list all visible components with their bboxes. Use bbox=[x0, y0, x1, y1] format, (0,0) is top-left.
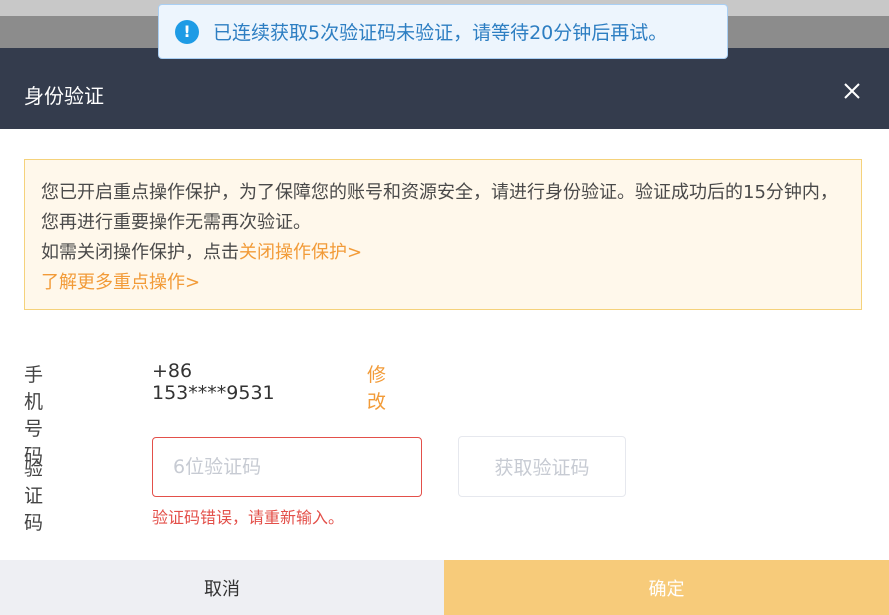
notice-close-prefix: 如需关闭操作保护，点击 bbox=[41, 242, 239, 263]
verification-code-input[interactable] bbox=[152, 437, 422, 497]
toast-message: 已连续获取5次验证码未验证，请等待20分钟后再试。 bbox=[213, 22, 668, 44]
code-label: 验证码 bbox=[24, 458, 44, 534]
phone-label: 手机号码 bbox=[24, 364, 44, 467]
close-icon[interactable] bbox=[841, 80, 863, 102]
get-code-button[interactable]: 获取验证码 bbox=[458, 436, 626, 497]
dialog-title: 身份验证 bbox=[24, 84, 104, 108]
confirm-button[interactable]: 确定 bbox=[444, 560, 889, 615]
identity-verification-dialog: 身份验证 您已开启重点操作保护，为了保障您的账号和资源安全，请进行身份验证。验证… bbox=[0, 48, 889, 615]
phone-number: +86 153****9531 bbox=[152, 360, 275, 404]
learn-more-link[interactable]: 了解更多重点操作> bbox=[41, 272, 200, 293]
code-error-message: 验证码错误，请重新输入。 bbox=[152, 508, 345, 527]
close-protection-link[interactable]: 关闭操作保护> bbox=[239, 242, 362, 263]
notice-text: 您已开启重点操作保护，为了保障您的账号和资源安全，请进行身份验证。验证成功后的1… bbox=[41, 182, 838, 233]
dialog-header: 身份验证 bbox=[0, 48, 889, 129]
rate-limit-toast: ! 已连续获取5次验证码未验证，请等待20分钟后再试。 bbox=[158, 4, 728, 59]
notice-learn-line: 了解更多重点操作> bbox=[41, 268, 845, 298]
dialog-footer: 取消 确定 bbox=[0, 560, 889, 615]
protection-notice: 您已开启重点操作保护，为了保障您的账号和资源安全，请进行身份验证。验证成功后的1… bbox=[24, 159, 862, 310]
cancel-button[interactable]: 取消 bbox=[0, 560, 444, 615]
notice-close-line: 如需关闭操作保护，点击关闭操作保护> bbox=[41, 238, 845, 268]
info-icon: ! bbox=[175, 19, 199, 44]
modify-phone-link[interactable]: 修改 bbox=[367, 360, 386, 414]
